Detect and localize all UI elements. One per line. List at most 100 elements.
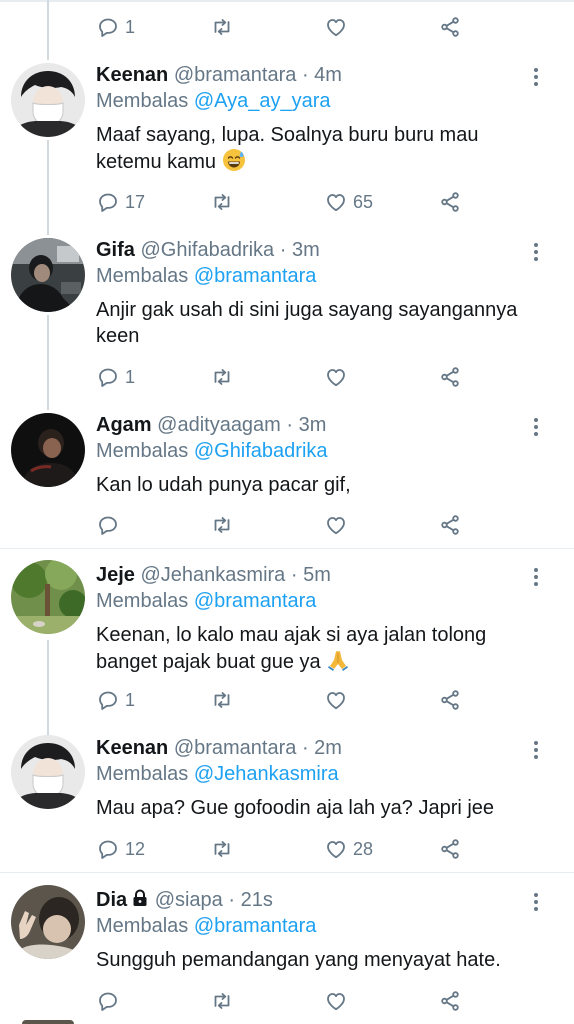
share-button[interactable] (438, 834, 462, 864)
tweet-header: Jeje @Jehankasmira · 5m (96, 562, 528, 588)
like-button[interactable]: 28 (324, 834, 373, 864)
like-button[interactable] (324, 510, 348, 540)
retweet-icon (210, 190, 234, 214)
timestamp[interactable]: · 5m (291, 564, 331, 586)
like-count: 65 (353, 191, 374, 212)
display-name[interactable]: Jeje (96, 564, 135, 586)
more-options-icon[interactable] (528, 415, 544, 439)
mention-link[interactable]: @bramantara (194, 590, 317, 612)
mention-link[interactable]: @Aya_ay_yara (194, 90, 331, 112)
tweet-actions (96, 510, 516, 540)
reply-icon (96, 190, 120, 214)
tweet-header: Agam @adityaagam · 3m (96, 412, 528, 438)
timestamp[interactable]: · 3m (286, 414, 326, 436)
timestamp[interactable]: · 4m (302, 64, 342, 86)
tweet-actions (96, 986, 516, 1016)
retweet-button[interactable] (210, 834, 234, 864)
avatar[interactable] (11, 885, 85, 959)
tweet-actions: 1 (96, 12, 516, 42)
more-options-icon[interactable] (528, 565, 544, 589)
display-name[interactable]: Agam (96, 414, 152, 436)
retweet-icon (210, 365, 234, 389)
like-button[interactable] (324, 12, 348, 42)
avatar[interactable] (11, 413, 85, 487)
like-button[interactable]: 65 (324, 187, 373, 217)
tweet-content: Keenan @bramantara · 4m Membalas @Aya_ay… (96, 62, 528, 175)
reply-button[interactable]: 17 (96, 187, 145, 217)
thread-divider (0, 548, 574, 549)
share-icon (438, 989, 462, 1013)
retweet-icon (210, 688, 234, 712)
tweet-header: Keenan @bramantara · 4m (96, 62, 528, 88)
share-button[interactable] (438, 685, 462, 715)
avatar[interactable] (22, 1020, 74, 1024)
lock-icon (133, 889, 147, 906)
heart-icon (324, 15, 348, 39)
reply-button[interactable]: 1 (96, 12, 135, 42)
handle[interactable]: @Ghifabadrika (140, 239, 274, 261)
reply-button[interactable]: 1 (96, 362, 135, 392)
replying-to: Membalas @bramantara (96, 915, 317, 937)
retweet-button[interactable] (210, 187, 234, 217)
reply-button[interactable] (96, 986, 120, 1016)
reply-icon (96, 15, 120, 39)
retweet-button[interactable] (210, 986, 234, 1016)
tweet-content: Agam @adityaagam · 3m Membalas @Ghifabad… (96, 412, 528, 498)
reply-button[interactable]: 1 (96, 685, 135, 715)
retweet-button[interactable] (210, 12, 234, 42)
share-icon (438, 837, 462, 861)
more-options-icon[interactable] (528, 240, 544, 264)
reply-icon (96, 989, 120, 1013)
tweet-text: Maaf sayang, lupa. Soalnya buru buru mau… (96, 124, 479, 173)
retweet-button[interactable] (210, 685, 234, 715)
share-icon (438, 513, 462, 537)
like-button[interactable] (324, 362, 348, 392)
tweet-text: Mau apa? Gue gofoodin aja lah ya? Japri … (96, 797, 495, 819)
handle[interactable]: @Jehankasmira (141, 564, 286, 586)
share-button[interactable] (438, 12, 462, 42)
timestamp[interactable]: · 3m (280, 239, 320, 261)
timestamp[interactable]: · 21s (228, 889, 272, 911)
handle[interactable]: @bramantara (174, 737, 297, 759)
replying-to: Membalas @bramantara (96, 590, 317, 612)
like-button[interactable] (324, 986, 348, 1016)
avatar[interactable] (11, 560, 85, 634)
more-options-icon[interactable] (528, 890, 544, 914)
display-name[interactable]: Keenan (96, 737, 168, 759)
display-name[interactable]: Gifa (96, 239, 135, 261)
like-button[interactable] (324, 685, 348, 715)
avatar[interactable] (11, 238, 85, 312)
retweet-button[interactable] (210, 510, 234, 540)
tweet-text: Kan lo udah punya pacar gif, (96, 474, 351, 496)
share-icon (438, 365, 462, 389)
more-options-icon[interactable] (528, 738, 544, 762)
heart-icon (324, 513, 348, 537)
avatar[interactable] (11, 63, 85, 137)
tweet-content: Dia @siapa · 21s Membalas @bramantara Su… (96, 887, 528, 973)
mention-link[interactable]: @bramantara (194, 265, 317, 287)
handle[interactable]: @siapa (155, 889, 223, 911)
mention-link[interactable]: @bramantara (194, 915, 317, 937)
share-button[interactable] (438, 986, 462, 1016)
handle[interactable]: @bramantara (174, 64, 297, 86)
display-name[interactable]: Dia (96, 889, 127, 911)
share-icon (438, 15, 462, 39)
mention-link[interactable]: @Ghifabadrika (194, 440, 328, 462)
timestamp[interactable]: · 2m (302, 737, 342, 759)
replying-to: Membalas @bramantara (96, 265, 317, 287)
handle[interactable]: @adityaagam (157, 414, 281, 436)
share-button[interactable] (438, 187, 462, 217)
retweet-button[interactable] (210, 362, 234, 392)
retweet-icon (210, 513, 234, 537)
mention-link[interactable]: @Jehankasmira (194, 763, 339, 785)
more-options-icon[interactable] (528, 65, 544, 89)
share-icon (438, 688, 462, 712)
display-name[interactable]: Keenan (96, 64, 168, 86)
reply-button[interactable]: 12 (96, 834, 145, 864)
thread-connector (47, 640, 49, 735)
heart-icon (324, 989, 348, 1013)
share-button[interactable] (438, 510, 462, 540)
reply-button[interactable] (96, 510, 120, 540)
share-button[interactable] (438, 362, 462, 392)
avatar[interactable] (11, 735, 85, 809)
